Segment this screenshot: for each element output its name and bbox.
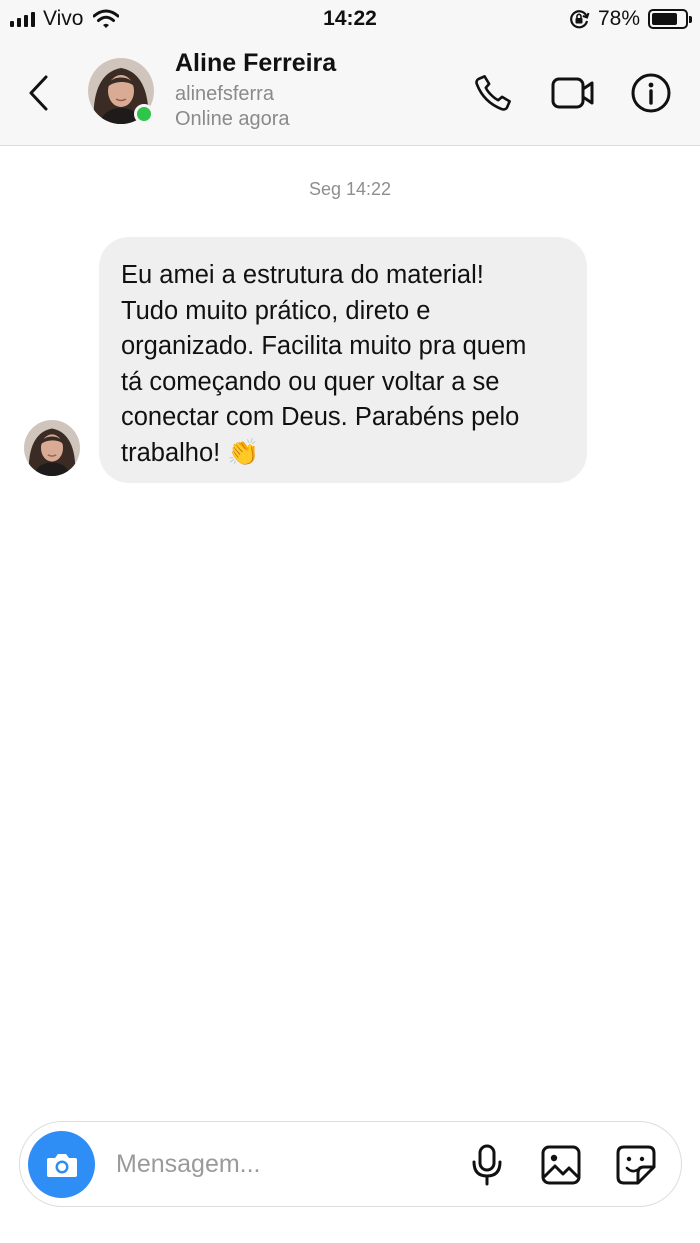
chat-header: Aline Ferreira alinefsferra Online agora <box>0 40 700 146</box>
message-body: Eu amei a estrutura do material! Tudo mu… <box>121 261 527 467</box>
video-camera-icon <box>551 77 594 109</box>
sticker-icon <box>616 1145 656 1185</box>
message-input[interactable] <box>116 1144 436 1184</box>
gallery-button[interactable] <box>537 1141 585 1189</box>
contact-name[interactable]: Aline Ferreira <box>175 49 336 78</box>
camera-icon <box>46 1153 77 1177</box>
voice-call-button[interactable] <box>470 70 516 116</box>
message-timestamp: Seg 14:22 <box>308 179 392 199</box>
message-composer <box>19 1121 682 1207</box>
online-indicator <box>134 104 154 124</box>
back-chevron-icon <box>29 75 48 111</box>
message-bubble[interactable]: Eu amei a estrutura do material! Tudo mu… <box>99 237 587 483</box>
sender-avatar[interactable] <box>24 420 80 476</box>
clapping-hands-emoji: 👏 <box>227 437 260 468</box>
battery-icon <box>648 9 692 29</box>
message-text: Eu amei a estrutura do material! Tudo mu… <box>121 258 565 472</box>
voice-message-button[interactable] <box>463 1141 511 1189</box>
contact-status: Online agora <box>175 108 290 130</box>
contact-avatar-button[interactable] <box>88 58 154 124</box>
camera-button[interactable] <box>28 1131 95 1198</box>
sticker-button[interactable] <box>612 1141 660 1189</box>
contact-handle: alinefsferra <box>175 83 274 105</box>
video-call-button[interactable] <box>550 70 596 116</box>
battery-level-fill <box>652 13 677 25</box>
info-icon <box>631 73 671 113</box>
phone-icon <box>475 75 511 111</box>
microphone-icon <box>472 1144 502 1186</box>
back-button[interactable] <box>18 70 58 116</box>
status-bar: Vivo 14:22 78% <box>0 0 700 40</box>
rotation-lock-icon <box>570 10 590 29</box>
status-right: 78% <box>568 6 692 32</box>
conversation-info-button[interactable] <box>628 70 674 116</box>
battery-percent: 78% <box>597 7 640 30</box>
gallery-icon <box>541 1145 581 1185</box>
